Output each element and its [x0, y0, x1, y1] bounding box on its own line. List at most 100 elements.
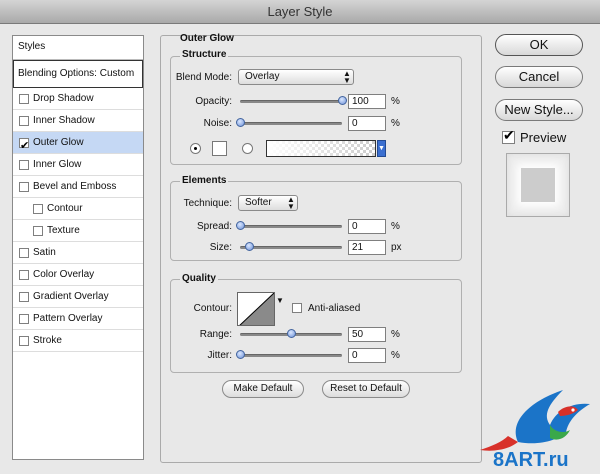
- style-item-outer-glow[interactable]: Outer Glow: [13, 132, 143, 157]
- styles-header[interactable]: Styles: [13, 36, 143, 60]
- anti-aliased-label: Anti-aliased: [308, 303, 361, 314]
- style-item-checkbox[interactable]: [33, 203, 43, 214]
- styles-list: Styles Blending Options: Custom Drop Sha…: [12, 35, 144, 460]
- glow-gradient-swatch[interactable]: [266, 140, 376, 157]
- style-item-checkbox[interactable]: [19, 291, 29, 302]
- ok-button[interactable]: OK: [495, 34, 583, 56]
- jitter-label: Jitter:: [207, 350, 232, 361]
- size-slider-thumb[interactable]: [244, 242, 254, 251]
- style-item-checkbox[interactable]: [19, 135, 29, 157]
- preview-label: Preview: [520, 130, 567, 145]
- style-item-checkbox[interactable]: [33, 225, 43, 236]
- blending-options-item[interactable]: Blending Options: Custom: [13, 60, 143, 88]
- opacity-slider-thumb[interactable]: [338, 96, 347, 105]
- spread-slider[interactable]: [240, 225, 342, 228]
- style-item-label: Texture: [47, 224, 80, 236]
- opacity-input[interactable]: 100: [348, 94, 386, 109]
- blend-mode-label: Blend Mode:: [175, 72, 232, 83]
- watermark-text: 8ART.ru: [493, 449, 569, 471]
- range-label: Range:: [199, 329, 232, 340]
- make-default-button[interactable]: Make Default: [222, 380, 304, 398]
- noise-slider[interactable]: [240, 122, 342, 125]
- style-item-color-overlay[interactable]: Color Overlay: [13, 264, 143, 286]
- spread-input[interactable]: 0: [348, 219, 386, 234]
- style-item-checkbox[interactable]: [19, 115, 29, 126]
- style-item-checkbox[interactable]: [19, 93, 29, 104]
- style-item-bevel-and-emboss[interactable]: Bevel and Emboss: [13, 176, 143, 198]
- style-item-label: Inner Glow: [33, 158, 82, 170]
- style-item-checkbox[interactable]: [19, 335, 29, 346]
- style-item-label: Stroke: [33, 334, 62, 346]
- style-item-inner-glow[interactable]: Inner Glow: [13, 154, 143, 176]
- glow-color-swatch[interactable]: [212, 141, 227, 156]
- style-preview: [506, 153, 570, 217]
- style-item-texture[interactable]: Texture: [13, 220, 143, 242]
- opacity-slider[interactable]: [240, 100, 342, 103]
- gradient-radio[interactable]: [242, 143, 253, 154]
- style-item-checkbox[interactable]: [19, 159, 29, 170]
- spread-label: Spread:: [196, 221, 232, 232]
- style-item-contour[interactable]: Contour: [13, 198, 143, 220]
- preview-toggle[interactable]: Preview: [502, 127, 567, 145]
- style-item-drop-shadow[interactable]: Drop Shadow: [13, 88, 143, 110]
- jitter-unit: %: [391, 350, 400, 361]
- noise-input[interactable]: 0: [348, 116, 386, 131]
- style-item-inner-shadow[interactable]: Inner Shadow: [13, 110, 143, 132]
- updown-arrows-icon: ▲ ▼: [343, 69, 351, 85]
- size-unit: px: [391, 242, 402, 253]
- preview-checkbox[interactable]: [502, 127, 515, 144]
- style-item-checkbox[interactable]: [19, 269, 29, 280]
- style-item-label: Inner Shadow: [33, 114, 95, 126]
- solid-color-radio[interactable]: [190, 143, 201, 154]
- gradient-dropdown-icon[interactable]: ▼: [377, 140, 386, 157]
- contour-picker[interactable]: [237, 292, 275, 326]
- style-item-checkbox[interactable]: [19, 181, 29, 192]
- panel-title: Outer Glow: [180, 33, 234, 44]
- style-item-stroke[interactable]: Stroke: [13, 330, 143, 352]
- window-title-bar: Layer Style: [0, 0, 600, 24]
- technique-value: Softer: [245, 197, 272, 208]
- style-item-label: Pattern Overlay: [33, 312, 103, 324]
- style-item-pattern-overlay[interactable]: Pattern Overlay: [13, 308, 143, 330]
- style-item-satin[interactable]: Satin: [13, 242, 143, 264]
- contour-dropdown-icon[interactable]: ▼: [276, 296, 284, 305]
- style-item-label: Outer Glow: [33, 136, 84, 148]
- style-item-label: Bevel and Emboss: [33, 180, 117, 192]
- spread-unit: %: [391, 221, 400, 232]
- cancel-button[interactable]: Cancel: [495, 66, 583, 88]
- contour-label: Contour:: [193, 303, 232, 314]
- new-style-button[interactable]: New Style...: [495, 99, 583, 121]
- jitter-input[interactable]: 0: [348, 348, 386, 363]
- style-item-label: Contour: [47, 202, 83, 214]
- noise-unit: %: [391, 118, 400, 129]
- updown-arrows-icon: ▲ ▼: [287, 195, 295, 211]
- style-item-checkbox[interactable]: [19, 247, 29, 258]
- quality-title: Quality: [180, 273, 218, 284]
- style-item-checkbox[interactable]: [19, 313, 29, 324]
- reset-to-default-button[interactable]: Reset to Default: [322, 380, 410, 398]
- size-input[interactable]: 21: [348, 240, 386, 255]
- size-slider[interactable]: [240, 246, 342, 249]
- technique-select[interactable]: Softer ▲ ▼: [238, 195, 298, 211]
- style-items: Drop Shadow Inner Shadow Outer Glow Inner G…: [13, 88, 143, 352]
- technique-label: Technique:: [183, 198, 232, 209]
- range-input[interactable]: 50: [348, 327, 386, 342]
- style-item-label: Color Overlay: [33, 268, 95, 280]
- opacity-unit: %: [391, 96, 400, 107]
- structure-title: Structure: [180, 49, 229, 60]
- window-title: Layer Style: [267, 4, 333, 19]
- elements-title: Elements: [180, 175, 229, 186]
- blend-mode-select[interactable]: Overlay ▲ ▼: [238, 69, 354, 85]
- jitter-slider-thumb[interactable]: [236, 350, 245, 359]
- anti-aliased-checkbox[interactable]: [292, 303, 302, 313]
- jitter-slider[interactable]: [240, 354, 342, 357]
- noise-label: Noise:: [203, 118, 232, 129]
- range-unit: %: [391, 329, 400, 340]
- style-item-gradient-overlay[interactable]: Gradient Overlay: [13, 286, 143, 308]
- opacity-label: Opacity:: [195, 96, 232, 107]
- style-item-label: Satin: [33, 246, 56, 258]
- style-item-label: Drop Shadow: [33, 92, 94, 104]
- range-slider-thumb[interactable]: [287, 329, 296, 338]
- spread-slider-thumb[interactable]: [236, 221, 245, 230]
- noise-slider-thumb[interactable]: [236, 118, 245, 127]
